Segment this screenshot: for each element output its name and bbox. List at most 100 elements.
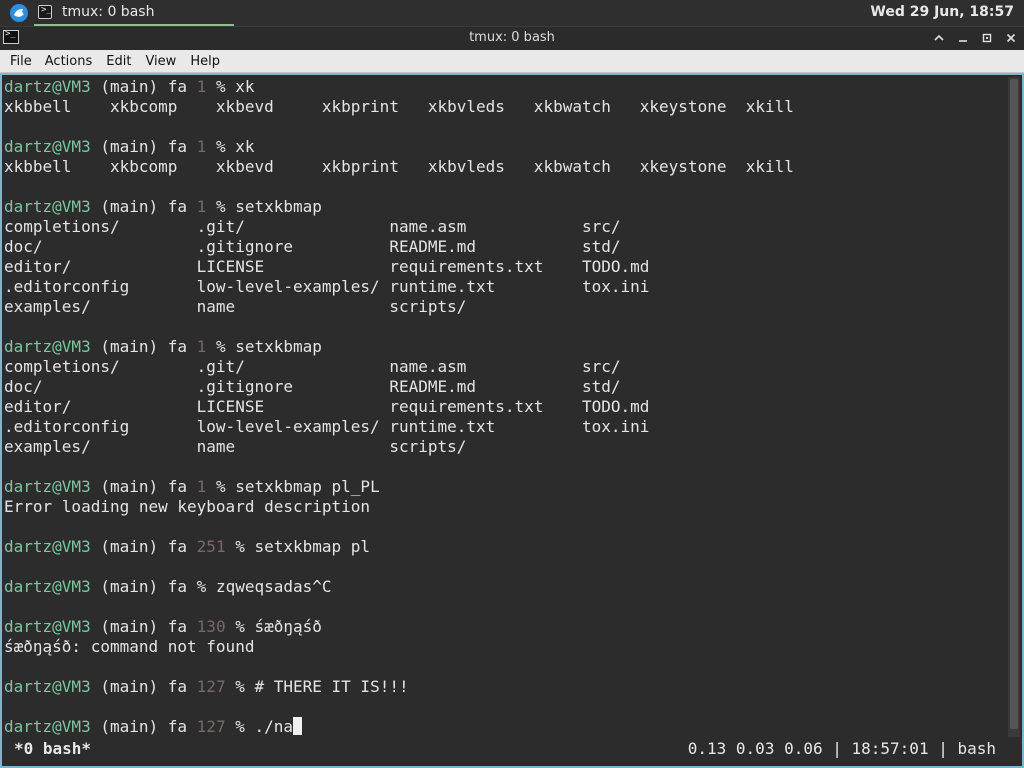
output-text: xkbbell xkbcomp xkbevd xkbprint xkbvleds…	[4, 157, 794, 176]
terminal-output[interactable]: dartz@VM3 (main) fa 1 % xk xkbbell xkbcom…	[4, 77, 1004, 737]
terminal-prompt-line: dartz@VM3 (main) fa 1 % xk	[4, 137, 1004, 157]
output-text: completions/ .git/ name.asm src/	[4, 357, 621, 376]
terminal-output-line: editor/ LICENSE requirements.txt TODO.md	[4, 397, 1004, 417]
prompt-exit-code: 1	[196, 337, 216, 356]
terminal-scrollbar[interactable]	[1008, 77, 1020, 737]
output-text: editor/ LICENSE requirements.txt TODO.md	[4, 397, 650, 416]
prompt-user: dartz@VM3	[4, 537, 91, 556]
prompt-exit-code: 1	[196, 137, 216, 156]
prompt-command: % setxkbmap pl	[235, 537, 371, 556]
menu-edit[interactable]: Edit	[92, 54, 131, 69]
terminal-output-line: examples/ name scripts/	[4, 437, 1004, 457]
terminal-prompt-line: dartz@VM3 (main) fa 127 % # THERE IT IS!…	[4, 677, 1004, 697]
prompt-command: % zqweqsadas^C	[196, 577, 332, 596]
prompt-exit-code: 127	[196, 677, 236, 696]
prompt-user: dartz@VM3	[4, 717, 91, 736]
terminal-output-line: doc/ .gitignore README.md std/	[4, 377, 1004, 397]
prompt-user: dartz@VM3	[4, 677, 91, 696]
prompt-context: (main) fa	[90, 577, 197, 596]
output-text: examples/ name scripts/	[4, 437, 467, 456]
prompt-user: dartz@VM3	[4, 337, 91, 356]
menu-actions[interactable]: Actions	[32, 54, 93, 69]
close-icon[interactable]	[1002, 29, 1020, 47]
menu-help[interactable]: Help	[176, 54, 220, 69]
output-text: examples/ name scripts/	[4, 297, 467, 316]
output-text: Error loading new keyboard description	[4, 497, 371, 516]
terminal-prompt-line: dartz@VM3 (main) fa 1 % setxkbmap	[4, 197, 1004, 217]
text-cursor	[293, 717, 302, 735]
prompt-exit-code: 1	[196, 477, 216, 496]
menu-view[interactable]: View	[131, 54, 176, 69]
prompt-context: (main) fa	[90, 717, 197, 736]
terminal-output-line: xkbbell xkbcomp xkbevd xkbprint xkbvleds…	[4, 157, 1004, 177]
prompt-user: dartz@VM3	[4, 577, 91, 596]
terminal-output-line: .editorconfig low-level-examples/ runtim…	[4, 417, 1004, 437]
terminal-output-line: editor/ LICENSE requirements.txt TODO.md	[4, 257, 1004, 277]
app-menu-icon[interactable]	[10, 4, 28, 22]
tmux-window-list[interactable]: *0 bash*	[14, 737, 91, 761]
terminal-output-line: .editorconfig low-level-examples/ runtim…	[4, 277, 1004, 297]
output-text: .editorconfig low-level-examples/ runtim…	[4, 417, 650, 436]
terminal-prompt-line: dartz@VM3 (main) fa 1 % setxkbmap	[4, 337, 1004, 357]
prompt-user: dartz@VM3	[4, 197, 91, 216]
terminal-area[interactable]: dartz@VM3 (main) fa 1 % xk xkbbell xkbcom…	[0, 73, 1024, 768]
taskbar-task-tmux[interactable]: >_ tmux: 0 bash	[34, 0, 234, 26]
output-text: completions/ .git/ name.asm src/	[4, 217, 621, 236]
prompt-command: % xk	[215, 77, 255, 96]
keep-above-icon[interactable]	[930, 29, 948, 47]
minimize-icon[interactable]	[954, 29, 972, 47]
window-title-bar[interactable]: >_ tmux: 0 bash	[0, 26, 1024, 51]
prompt-exit-code: 1	[196, 77, 216, 96]
terminal-output-line: xkbbell xkbcomp xkbevd xkbprint xkbvleds…	[4, 97, 1004, 117]
window-controls	[930, 29, 1020, 49]
terminal-prompt-line: dartz@VM3 (main) fa 251 % setxkbmap pl	[4, 537, 1004, 557]
terminal-output-line: completions/ .git/ name.asm src/	[4, 217, 1004, 237]
prompt-context: (main) fa	[90, 137, 197, 156]
prompt-exit-code: 127	[196, 717, 236, 736]
terminal-prompt-line: dartz@VM3 (main) fa 130 % śæðŋąśð	[4, 617, 1004, 637]
tmux-status-bar: *0 bash* 0.13 0.03 0.06 | 18:57:01 | bas…	[4, 737, 1020, 761]
prompt-context: (main) fa	[90, 477, 197, 496]
terminal-output-line: examples/ name scripts/	[4, 297, 1004, 317]
prompt-user: dartz@VM3	[4, 77, 91, 96]
terminal-output-line: completions/ .git/ name.asm src/	[4, 357, 1004, 377]
terminal-prompt-line: dartz@VM3 (main) fa 1 % xk	[4, 77, 1004, 97]
output-text: doc/ .gitignore README.md std/	[4, 237, 621, 256]
prompt-context: (main) fa	[90, 77, 197, 96]
menu-bar: File Actions Edit View Help	[0, 50, 1024, 73]
prompt-exit-code: 1	[196, 197, 216, 216]
tmux-status-right: 0.13 0.03 0.06 | 18:57:01 | bash	[687, 739, 996, 758]
menu-file[interactable]: File	[0, 54, 32, 69]
window-title: tmux: 0 bash	[469, 30, 555, 45]
scrollbar-thumb[interactable]	[1010, 79, 1018, 729]
prompt-context: (main) fa	[90, 197, 197, 216]
prompt-context: (main) fa	[90, 617, 197, 636]
output-text: śæðŋąśð: command not found	[4, 637, 255, 656]
prompt-command: % setxkbmap	[215, 337, 322, 356]
output-text: xkbbell xkbcomp xkbevd xkbprint xkbvleds…	[4, 97, 794, 116]
prompt-command: % śæðŋąśð	[235, 617, 322, 636]
taskbar-task-label: tmux: 0 bash	[62, 4, 155, 20]
panel-clock[interactable]: Wed 29 Jun, 18:57	[870, 4, 1014, 20]
prompt-exit-code: 130	[196, 617, 236, 636]
terminal-output-line: Error loading new keyboard description	[4, 497, 1004, 517]
terminal-icon: >_	[38, 5, 52, 19]
prompt-user: dartz@VM3	[4, 617, 91, 636]
prompt-command: % ./na	[235, 717, 293, 736]
prompt-command: % # THERE IT IS!!!	[235, 677, 409, 696]
prompt-context: (main) fa	[90, 677, 197, 696]
terminal-prompt-line: dartz@VM3 (main) fa % zqweqsadas^C	[4, 577, 1004, 597]
prompt-command: % setxkbmap	[215, 197, 322, 216]
maximize-icon[interactable]	[978, 29, 996, 47]
prompt-context: (main) fa	[90, 337, 197, 356]
terminal-output-line: doc/ .gitignore README.md std/	[4, 237, 1004, 257]
